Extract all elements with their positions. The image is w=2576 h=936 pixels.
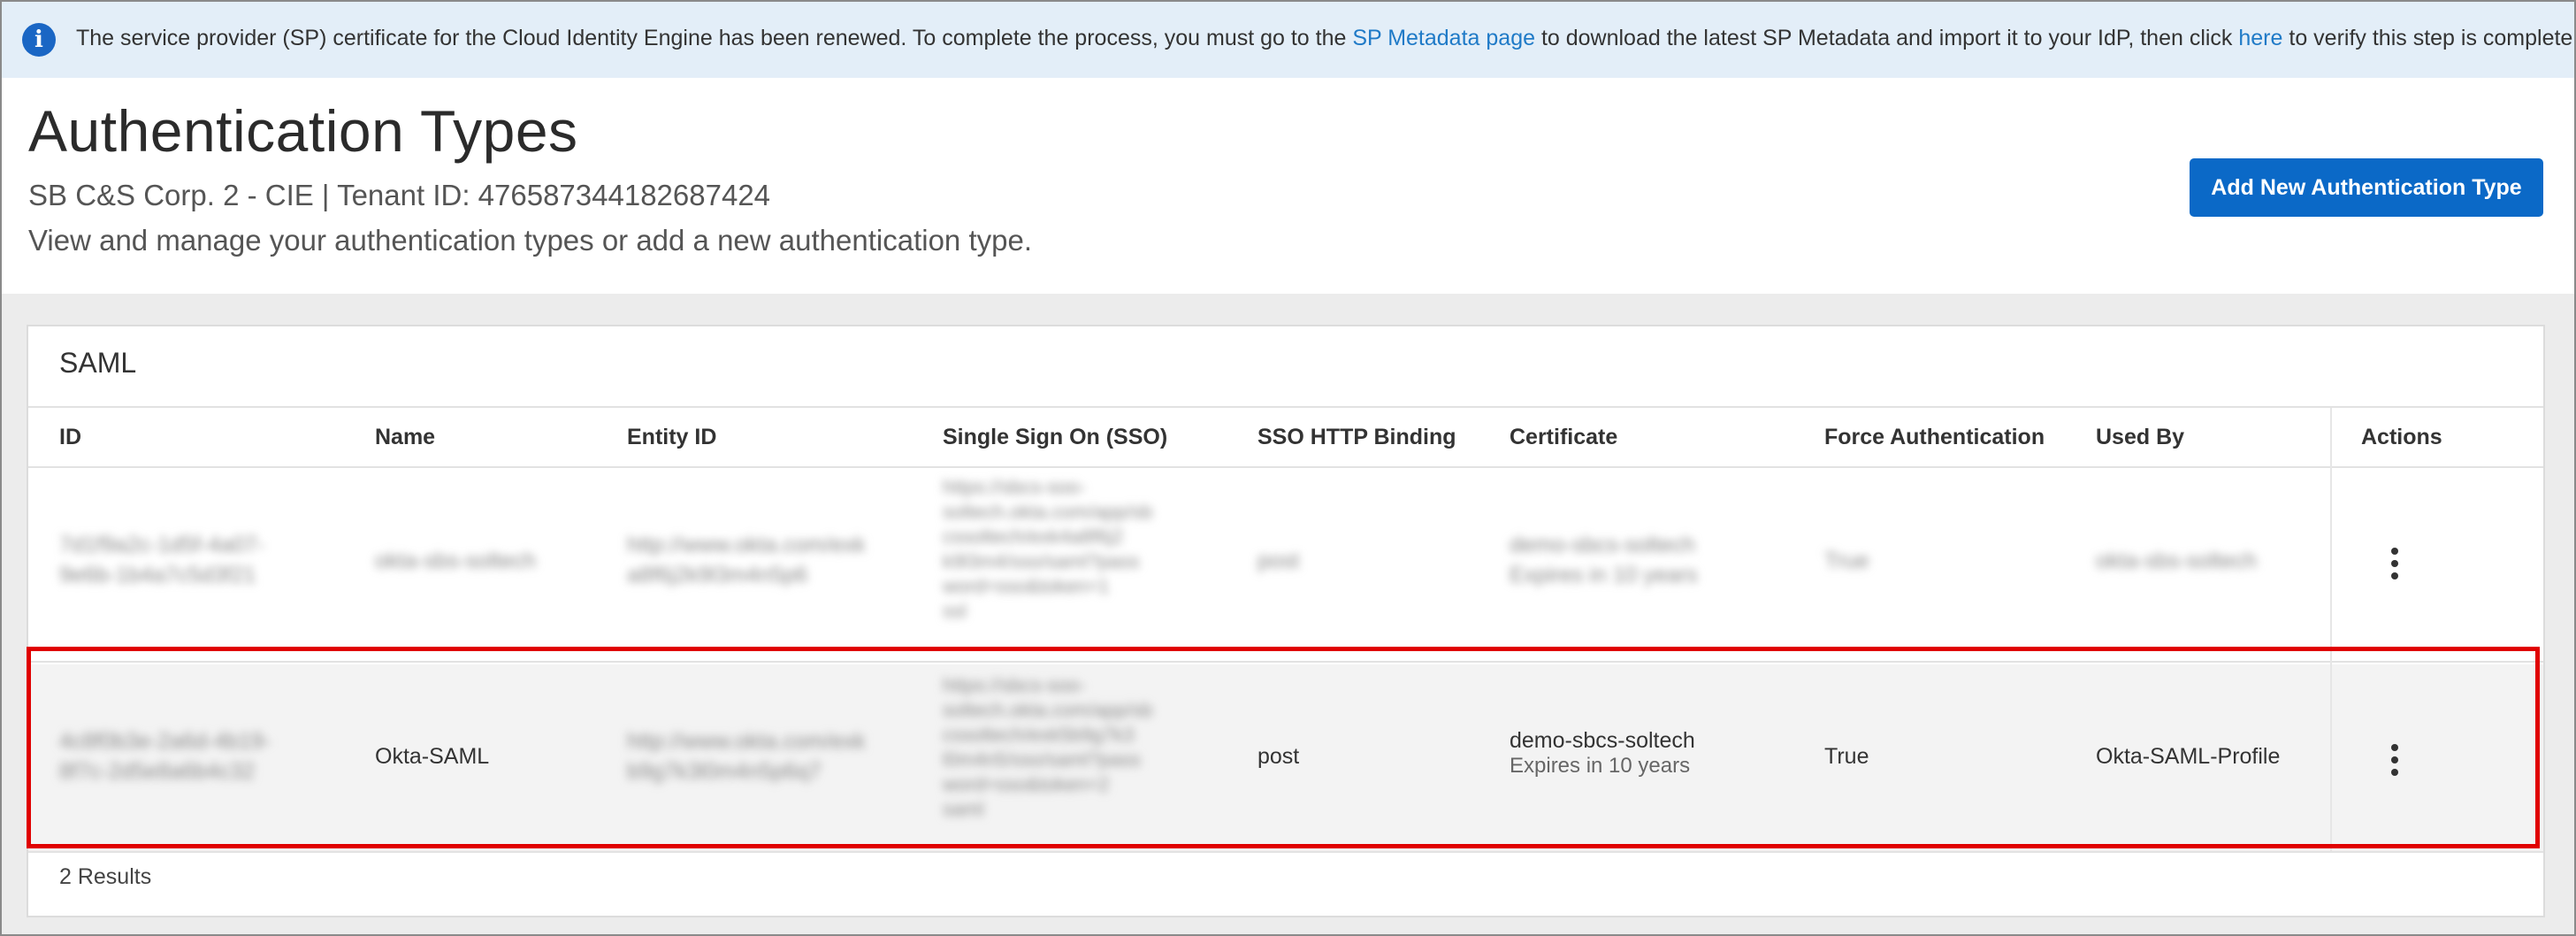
- sso-line: word=sso&token=2: [943, 773, 1110, 795]
- actions-column-separator: [2330, 408, 2332, 851]
- sso-line: https://sbcs-soo-: [943, 674, 1086, 696]
- certificate-name: demo-sbcs-soltech: [1510, 533, 1695, 557]
- page-title: Authentication Types: [28, 98, 578, 164]
- section-title: SAML: [59, 347, 137, 379]
- sso-line: soltech.okta.com/app/sb: [943, 501, 1153, 523]
- force-authentication-cell: True: [1824, 744, 1869, 769]
- sso-line: ssl: [943, 600, 967, 622]
- certificate-expiry: Expires in 10 years: [1510, 754, 1691, 778]
- sp-metadata-link[interactable]: SP Metadata page: [1352, 26, 1535, 50]
- id-line: 8f7c-2d5e8a6b4c32: [59, 759, 256, 784]
- table-row[interactable]: 7d1f9a2c-1d5f-4a07- 9e6b-1b4a7c5d3f21 ok…: [28, 468, 2543, 661]
- certificate-cell: demo-sbcs-soltech Expires in 10 years: [1510, 530, 1698, 590]
- certificate-expiry: Expires in 10 years: [1510, 563, 1698, 587]
- used-by-cell: okta-sbs-soltech: [2096, 549, 2258, 573]
- certificate-name: demo-sbcs-soltech: [1510, 728, 1695, 753]
- name-cell: Okta-SAML: [375, 744, 490, 769]
- column-header-certificate[interactable]: Certificate: [1510, 425, 1617, 450]
- banner-text-start: The service provider (SP) certificate fo…: [76, 26, 1353, 50]
- sso-line: cssoltech/exk4a8f6j2: [943, 526, 1124, 548]
- table-row[interactable]: 4c8f0b3e-2a6d-4b19- 8f7c-2d5e8a6b4c32 Ok…: [28, 664, 2543, 851]
- info-banner: i The service provider (SP) certificate …: [2, 2, 2574, 78]
- entity-id-line: http://www.okta.com/exk: [627, 533, 866, 557]
- entity-id-cell: http://www.okta.com/exk b9g7k3l0m4n5p6q7: [627, 726, 866, 786]
- more-vertical-icon[interactable]: [2377, 739, 2412, 781]
- banner-text-end: to verify this step is complete.: [2282, 26, 2576, 50]
- saml-card: SAML ID Name Entity ID Single Sign On (S…: [27, 325, 2545, 917]
- id-cell: 7d1f9a2c-1d5f-4a07- 9e6b-1b4a7c5d3f21: [59, 530, 264, 590]
- entity-id-line: a8f6j2k9l3m4n5p6: [627, 563, 808, 587]
- entity-id-line: b9g7k3l0m4n5p6q7: [627, 759, 822, 784]
- page-description: View and manage your authentication type…: [28, 224, 1032, 257]
- add-authentication-type-button[interactable]: Add New Authentication Type: [2190, 158, 2543, 217]
- column-header-entity-id[interactable]: Entity ID: [627, 425, 716, 450]
- sso-line: l0m4n5/sso/saml?pass: [943, 748, 1141, 771]
- binding-cell: post: [1257, 549, 1300, 573]
- column-header-sso-binding[interactable]: SSO HTTP Binding: [1257, 425, 1456, 450]
- sso-cell: https://sbcs-soo- soltech.okta.com/app/s…: [943, 673, 1152, 822]
- results-count: 2 Results: [59, 864, 152, 889]
- used-by-cell: Okta-SAML-Profile: [2096, 744, 2281, 769]
- sso-line: word=sso&token=1: [943, 575, 1110, 597]
- sso-line: saml: [943, 798, 984, 820]
- column-header-actions: Actions: [2361, 425, 2442, 449]
- force-authentication-cell: True: [1824, 549, 1869, 573]
- column-header-used-by[interactable]: Used By: [2096, 425, 2184, 450]
- id-line: 7d1f9a2c-1d5f-4a07-: [59, 533, 265, 557]
- column-header-sso[interactable]: Single Sign On (SSO): [943, 425, 1167, 450]
- entity-id-cell: http://www.okta.com/exk a8f6j2k9l3m4n5p6: [627, 530, 866, 590]
- sso-line: k9l3m4/sso/saml?pass: [943, 550, 1140, 572]
- sso-cell: https://sbcs-soo- soltech.okta.com/app/s…: [943, 475, 1152, 624]
- id-line: 9e6b-1b4a7c5d3f21: [59, 563, 256, 587]
- sso-line: cssoltech/exk5b9g7k3: [943, 724, 1135, 746]
- divider: [28, 851, 2543, 853]
- sso-line: soltech.okta.com/app/sb: [943, 699, 1153, 721]
- binding-cell: post: [1257, 744, 1300, 769]
- entity-id-line: http://www.okta.com/exk: [627, 729, 866, 754]
- certificate-cell: demo-sbcs-soltech Expires in 10 years: [1510, 728, 1695, 779]
- banner-message: The service provider (SP) certificate fo…: [76, 26, 2576, 51]
- banner-text-middle: to download the latest SP Metadata and i…: [1535, 26, 2239, 50]
- tenant-info: SB C&S Corp. 2 - CIE | Tenant ID: 476587…: [28, 179, 771, 211]
- column-header-force-authentication[interactable]: Force Authentication: [1824, 425, 2045, 450]
- name-cell: okta-sbs-soltech: [375, 549, 537, 573]
- column-header-id[interactable]: ID: [59, 425, 81, 450]
- app-frame: i The service provider (SP) certificate …: [0, 0, 2576, 936]
- more-vertical-icon[interactable]: [2377, 542, 2412, 585]
- page-header: Authentication Types SB C&S Corp. 2 - CI…: [2, 78, 2574, 294]
- verify-here-link[interactable]: here: [2238, 26, 2282, 50]
- divider: [28, 661, 2543, 663]
- info-icon: i: [22, 23, 56, 57]
- id-cell: 4c8f0b3e-2a6d-4b19- 8f7c-2d5e8a6b4c32: [59, 726, 271, 786]
- column-header-name[interactable]: Name: [375, 425, 435, 450]
- divider: [28, 406, 2543, 408]
- sso-line: https://sbcs-soo-: [943, 476, 1086, 498]
- id-line: 4c8f0b3e-2a6d-4b19-: [59, 729, 271, 754]
